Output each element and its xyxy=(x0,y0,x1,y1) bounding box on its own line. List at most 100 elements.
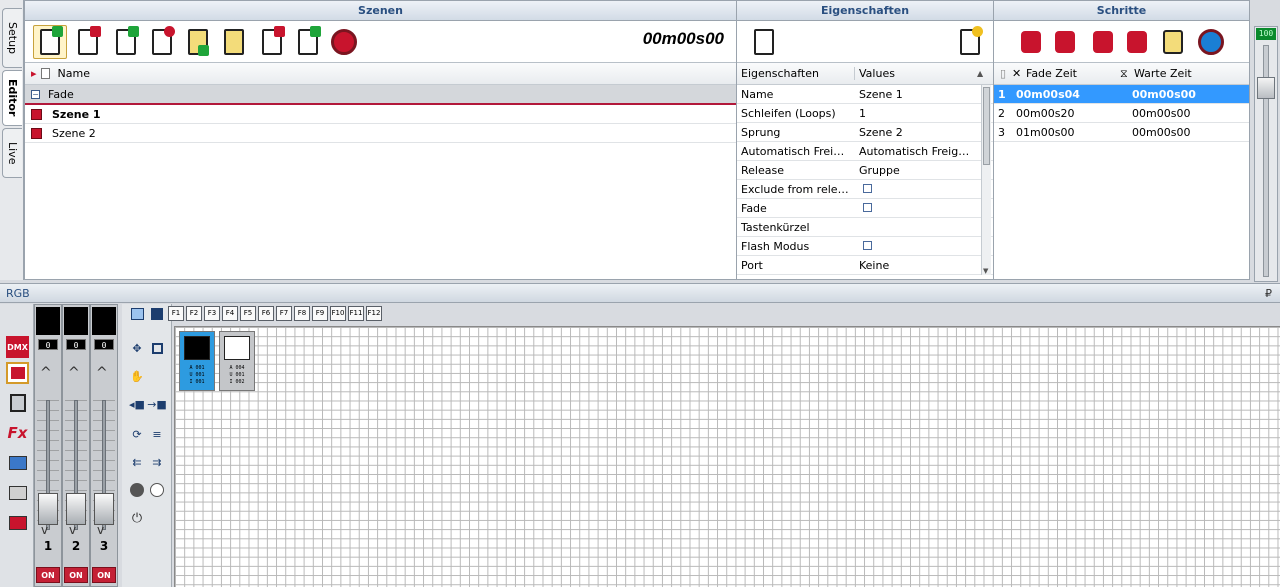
step-fade[interactable]: 01m00s00 xyxy=(1012,126,1128,139)
add-step-button[interactable] xyxy=(1014,25,1048,59)
chevron-down-icon[interactable]: v xyxy=(97,523,104,537)
step-row[interactable]: 3 01m00s00 00m00s00 xyxy=(994,123,1249,142)
property-value[interactable]: Szene 1 xyxy=(855,88,977,101)
column-name[interactable]: Name xyxy=(54,67,94,80)
copy-step-button[interactable] xyxy=(1120,25,1154,59)
pin-icon[interactable]: ₽ xyxy=(1265,287,1272,300)
fader-knob[interactable] xyxy=(66,493,86,525)
tab-live[interactable]: Live xyxy=(2,128,22,178)
delete-scene-button[interactable] xyxy=(71,25,105,59)
fader-knob[interactable] xyxy=(38,493,58,525)
step-wait[interactable]: 00m00s00 xyxy=(1128,126,1238,139)
frame-button[interactable] xyxy=(148,340,166,356)
fkey-button[interactable]: F10 xyxy=(330,306,346,321)
fader-on-button[interactable]: ON xyxy=(36,567,60,583)
fkey-button[interactable]: F3 xyxy=(204,306,220,321)
fader-mode-button[interactable] xyxy=(6,362,29,384)
delete-step-button[interactable] xyxy=(1048,25,1082,59)
import-scene-button[interactable] xyxy=(109,25,143,59)
save-button[interactable] xyxy=(148,306,166,322)
property-value[interactable]: 1 xyxy=(855,107,977,120)
sort-icon[interactable]: ▸ xyxy=(31,67,37,80)
empty-circle-button[interactable] xyxy=(148,482,166,498)
property-value[interactable]: Automatisch Freigeb... xyxy=(855,145,977,158)
fkey-button[interactable]: F4 xyxy=(222,306,238,321)
property-row[interactable]: Schleifen (Loops) 1 xyxy=(737,104,993,123)
undo-button[interactable] xyxy=(6,452,29,474)
fixture-tile[interactable]: A 001 U 001 I 001 xyxy=(179,331,215,391)
hand-button[interactable]: ✋ xyxy=(128,368,146,384)
master-knob[interactable] xyxy=(1257,77,1275,99)
fader-on-button[interactable]: ON xyxy=(64,567,88,583)
swap-right-button[interactable]: ⇉ xyxy=(148,454,166,470)
scrollbar-thumb[interactable] xyxy=(983,87,990,165)
flash-mode-checkbox[interactable] xyxy=(863,240,872,250)
property-row[interactable]: Automatisch Freigeb... Automatisch Freige… xyxy=(737,142,993,161)
scene-group-row[interactable]: − Fade xyxy=(25,85,736,105)
column-properties[interactable]: Eigenschaften xyxy=(737,67,855,80)
step-row[interactable]: 2 00m00s20 00m00s00 xyxy=(994,104,1249,123)
column-values[interactable]: Values xyxy=(855,67,977,80)
column-wait-time[interactable]: Warte Zeit xyxy=(1130,67,1230,80)
move-button[interactable]: ✥ xyxy=(128,340,146,356)
tab-editor[interactable]: Editor xyxy=(2,70,22,126)
fader-knob[interactable] xyxy=(94,493,114,525)
move-left-button[interactable]: ◂■ xyxy=(128,396,146,412)
layer-button[interactable] xyxy=(128,306,146,322)
step-row-selected[interactable]: 1 00m00s04 00m00s00 xyxy=(994,85,1249,104)
exclude-release-checkbox[interactable] xyxy=(863,183,872,193)
timing-step-button[interactable] xyxy=(1194,25,1228,59)
fkey-button[interactable]: F6 xyxy=(258,306,274,321)
scene-row[interactable]: Szene 1 xyxy=(25,105,736,124)
swap-left-button[interactable]: ⇇ xyxy=(128,454,146,470)
fixture-grid[interactable]: A 001 U 001 I 001 A 004 U 001 I 002 xyxy=(174,326,1280,587)
play-scene-button[interactable] xyxy=(291,25,325,59)
property-row[interactable]: Name Szene 1 xyxy=(737,85,993,104)
step-wait[interactable]: 00m00s00 xyxy=(1128,88,1238,101)
collapse-icon[interactable]: − xyxy=(31,89,40,99)
reset-button[interactable] xyxy=(6,512,29,534)
fkey-button[interactable]: F9 xyxy=(312,306,328,321)
chevron-up-icon[interactable]: ^ xyxy=(96,365,108,381)
properties-new-button[interactable] xyxy=(953,25,987,59)
property-value[interactable]: Keine xyxy=(855,259,977,272)
property-value[interactable]: Szene 2 xyxy=(855,126,977,139)
gray-undo-button[interactable] xyxy=(6,482,29,504)
tab-setup[interactable]: Setup xyxy=(2,8,22,68)
property-row[interactable]: Tastenkürzel xyxy=(737,218,993,237)
property-value[interactable]: Gruppe xyxy=(855,164,977,177)
folder-scene-button[interactable] xyxy=(217,25,251,59)
power-button[interactable]: ⏻ xyxy=(128,510,146,526)
fader-on-button[interactable]: ON xyxy=(92,567,116,583)
fkey-button[interactable]: F11 xyxy=(348,306,364,321)
move-right-button[interactable]: →■ xyxy=(147,396,167,412)
chevron-up-icon[interactable]: ^ xyxy=(40,365,52,381)
fkey-button[interactable]: F1 xyxy=(168,306,184,321)
all-steps-button[interactable] xyxy=(1086,25,1120,59)
dmx-button[interactable]: DMX xyxy=(6,336,29,358)
scroll-up-icon[interactable]: ▲ xyxy=(977,69,983,78)
properties-scrollbar[interactable]: ▼ xyxy=(981,85,991,275)
property-row[interactable]: Port Keine xyxy=(737,256,993,275)
fkey-button[interactable]: F8 xyxy=(294,306,310,321)
property-row[interactable]: Fade xyxy=(737,199,993,218)
rotate-button[interactable]: ⟳ xyxy=(128,426,146,442)
fkey-button[interactable]: F5 xyxy=(240,306,256,321)
fkey-button[interactable]: F7 xyxy=(276,306,292,321)
step-wait[interactable]: 00m00s00 xyxy=(1128,107,1238,120)
scene-row[interactable]: Szene 2 xyxy=(25,124,736,143)
device-mode-button[interactable] xyxy=(6,392,29,414)
property-row[interactable]: Release Gruppe xyxy=(737,161,993,180)
properties-export-button[interactable] xyxy=(747,25,781,59)
property-row[interactable]: Flash Modus xyxy=(737,237,993,256)
speed-scene-button[interactable] xyxy=(327,25,361,59)
stop-scene-button[interactable] xyxy=(255,25,289,59)
fkey-button[interactable]: F2 xyxy=(186,306,202,321)
step-fade[interactable]: 00m00s04 xyxy=(1012,88,1128,101)
chevron-down-icon[interactable]: v xyxy=(41,523,48,537)
scroll-down-icon[interactable]: ▼ xyxy=(983,267,988,275)
fx-button[interactable]: Fx xyxy=(6,422,29,444)
column-fade-time[interactable]: Fade Zeit xyxy=(1022,67,1120,80)
align-button[interactable]: ≡ xyxy=(148,426,166,442)
property-row[interactable]: Sprung Szene 2 xyxy=(737,123,993,142)
